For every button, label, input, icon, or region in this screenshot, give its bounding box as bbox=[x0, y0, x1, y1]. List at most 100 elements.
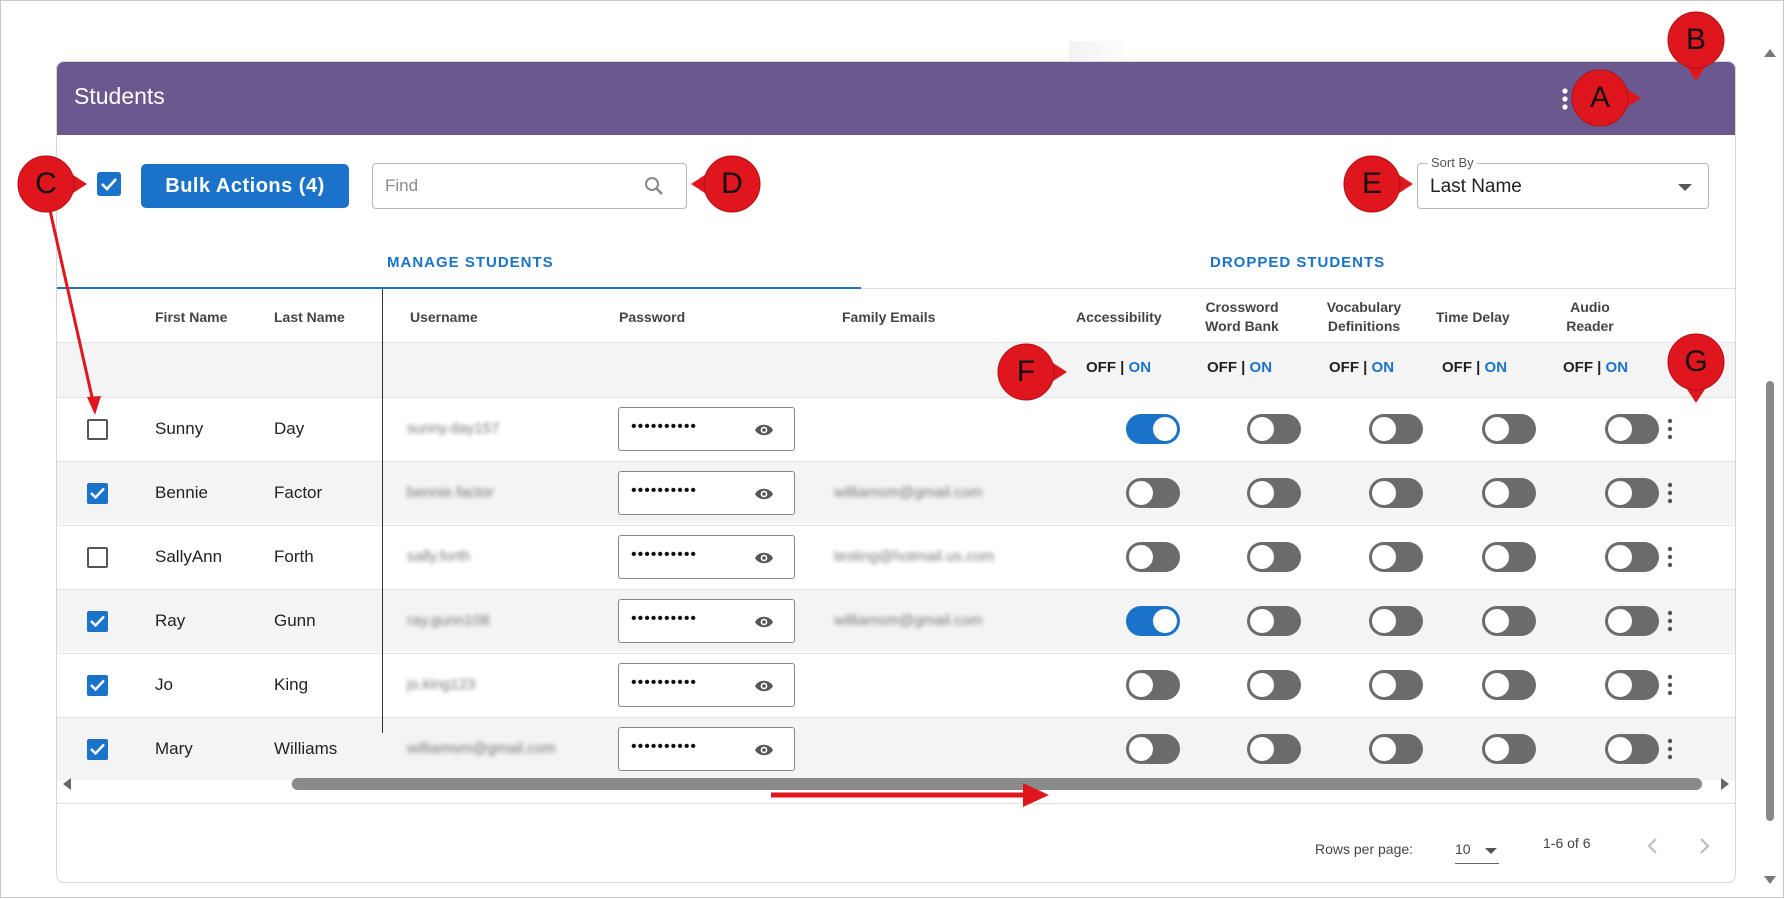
setting-toggle[interactable] bbox=[1605, 734, 1659, 764]
scroll-up-arrow bbox=[1764, 49, 1776, 57]
setting-toggle[interactable] bbox=[1247, 670, 1301, 700]
setting-toggle[interactable] bbox=[1126, 670, 1180, 700]
setting-toggle[interactable] bbox=[1369, 414, 1423, 444]
setting-toggle[interactable] bbox=[1369, 606, 1423, 636]
row-more-vert-icon[interactable] bbox=[1666, 481, 1674, 505]
row-checkbox[interactable] bbox=[87, 739, 108, 760]
table-row: Jo King jo.king123 •••••••••• bbox=[57, 653, 1735, 716]
vertical-scrollbar[interactable] bbox=[1761, 41, 1779, 891]
username: sunny.day157 bbox=[407, 420, 500, 437]
password-field[interactable]: •••••••••• bbox=[618, 599, 795, 643]
bulk-actions-button[interactable]: Bulk Actions (4) bbox=[141, 164, 349, 208]
select-all-checkbox[interactable] bbox=[97, 172, 121, 196]
row-more-vert-icon[interactable] bbox=[1666, 609, 1674, 633]
toggle-knob bbox=[1608, 737, 1632, 761]
password-field[interactable]: •••••••••• bbox=[618, 663, 795, 707]
setting-toggle[interactable] bbox=[1482, 414, 1536, 444]
audio-reader-off-on[interactable]: OFF | ON bbox=[1563, 359, 1628, 376]
row-more-vert-icon[interactable] bbox=[1666, 545, 1674, 569]
callout-g: G bbox=[1665, 331, 1727, 403]
eye-icon[interactable] bbox=[754, 549, 774, 567]
setting-toggle[interactable] bbox=[1482, 606, 1536, 636]
setting-toggle[interactable] bbox=[1369, 670, 1423, 700]
scroll-left-arrow bbox=[62, 778, 71, 790]
col-vocab-line1: Vocabulary bbox=[1326, 299, 1402, 315]
vocabulary-off-on[interactable]: OFF | ON bbox=[1329, 359, 1394, 376]
password-field[interactable]: •••••••••• bbox=[618, 407, 795, 451]
setting-toggle[interactable] bbox=[1482, 542, 1536, 572]
rows-per-page-select[interactable]: 10 bbox=[1455, 838, 1499, 864]
setting-toggle[interactable] bbox=[1369, 734, 1423, 764]
toggle-knob bbox=[1129, 545, 1153, 569]
row-checkbox[interactable] bbox=[87, 547, 108, 568]
sort-by-select[interactable]: Sort By Last Name bbox=[1417, 155, 1709, 209]
tab-dropped-students[interactable]: DROPPED STUDENTS bbox=[1210, 254, 1385, 271]
crossword-off-on[interactable]: OFF | ON bbox=[1207, 359, 1272, 376]
callout-letter: G bbox=[1684, 345, 1708, 378]
setting-toggle[interactable] bbox=[1605, 670, 1659, 700]
setting-toggle[interactable] bbox=[1126, 478, 1180, 508]
horizontal-scrollbar[interactable] bbox=[57, 774, 1735, 794]
password-field[interactable]: •••••••••• bbox=[618, 535, 795, 579]
callout-d: D bbox=[691, 153, 763, 215]
toggle-knob bbox=[1485, 481, 1509, 505]
setting-toggle[interactable] bbox=[1126, 734, 1180, 764]
col-time-delay: Time Delay bbox=[1436, 309, 1510, 325]
col-last-name: Last Name bbox=[274, 309, 345, 325]
setting-toggle[interactable] bbox=[1247, 414, 1301, 444]
row-more-vert-icon[interactable] bbox=[1666, 417, 1674, 441]
time-delay-off-on[interactable]: OFF | ON bbox=[1442, 359, 1507, 376]
setting-toggle[interactable] bbox=[1605, 478, 1659, 508]
setting-toggle[interactable] bbox=[1247, 734, 1301, 764]
toggle-knob bbox=[1485, 609, 1509, 633]
toggle-knob bbox=[1129, 673, 1153, 697]
username: bennie.factor bbox=[407, 484, 494, 501]
password-field[interactable]: •••••••••• bbox=[618, 727, 795, 771]
rows-per-page-value: 10 bbox=[1455, 841, 1471, 857]
family-email: testing@hotmail.us.com bbox=[834, 548, 995, 565]
col-vocabulary-definitions: Vocabulary Definitions bbox=[1314, 298, 1414, 336]
setting-toggle[interactable] bbox=[1482, 478, 1536, 508]
password-field[interactable]: •••••••••• bbox=[618, 471, 795, 515]
setting-toggle[interactable] bbox=[1605, 414, 1659, 444]
toggle-knob bbox=[1250, 417, 1274, 441]
toggle-knob bbox=[1485, 545, 1509, 569]
next-page-icon[interactable] bbox=[1694, 836, 1714, 856]
row-checkbox[interactable] bbox=[87, 611, 108, 632]
setting-toggle[interactable] bbox=[1369, 478, 1423, 508]
username: ray.gunn108 bbox=[407, 612, 490, 629]
eye-icon[interactable] bbox=[754, 485, 774, 503]
setting-toggle[interactable] bbox=[1369, 542, 1423, 572]
eye-icon[interactable] bbox=[754, 421, 774, 439]
setting-toggle[interactable] bbox=[1605, 542, 1659, 572]
caret-down-icon bbox=[1485, 848, 1497, 854]
rows-per-page-label: Rows per page: bbox=[1315, 841, 1414, 857]
row-checkbox[interactable] bbox=[87, 483, 108, 504]
scroll-down-arrow bbox=[1764, 876, 1776, 884]
eye-icon[interactable] bbox=[754, 677, 774, 695]
password-value: •••••••••• bbox=[631, 674, 698, 691]
setting-toggle[interactable] bbox=[1126, 606, 1180, 636]
setting-toggle[interactable] bbox=[1482, 670, 1536, 700]
row-more-vert-icon[interactable] bbox=[1666, 737, 1674, 761]
setting-toggle[interactable] bbox=[1247, 542, 1301, 572]
find-input[interactable] bbox=[372, 163, 687, 209]
toggle-knob bbox=[1372, 417, 1396, 441]
setting-toggle[interactable] bbox=[1126, 542, 1180, 572]
eye-icon[interactable] bbox=[754, 741, 774, 759]
last-name: Day bbox=[274, 419, 305, 438]
toggle-knob bbox=[1485, 737, 1509, 761]
setting-toggle[interactable] bbox=[1482, 734, 1536, 764]
eye-icon[interactable] bbox=[754, 613, 774, 631]
setting-toggle[interactable] bbox=[1247, 478, 1301, 508]
setting-toggle[interactable] bbox=[1605, 606, 1659, 636]
row-checkbox[interactable] bbox=[87, 675, 108, 696]
setting-toggle[interactable] bbox=[1247, 606, 1301, 636]
row-more-vert-icon[interactable] bbox=[1666, 673, 1674, 697]
prev-page-icon[interactable] bbox=[1643, 836, 1663, 856]
scroll-right-arrow bbox=[1721, 778, 1730, 790]
row-checkbox[interactable] bbox=[87, 419, 108, 440]
tab-manage-students[interactable]: MANAGE STUDENTS bbox=[387, 254, 554, 271]
accessibility-off-on[interactable]: OFF | ON bbox=[1086, 359, 1151, 376]
setting-toggle[interactable] bbox=[1126, 414, 1180, 444]
